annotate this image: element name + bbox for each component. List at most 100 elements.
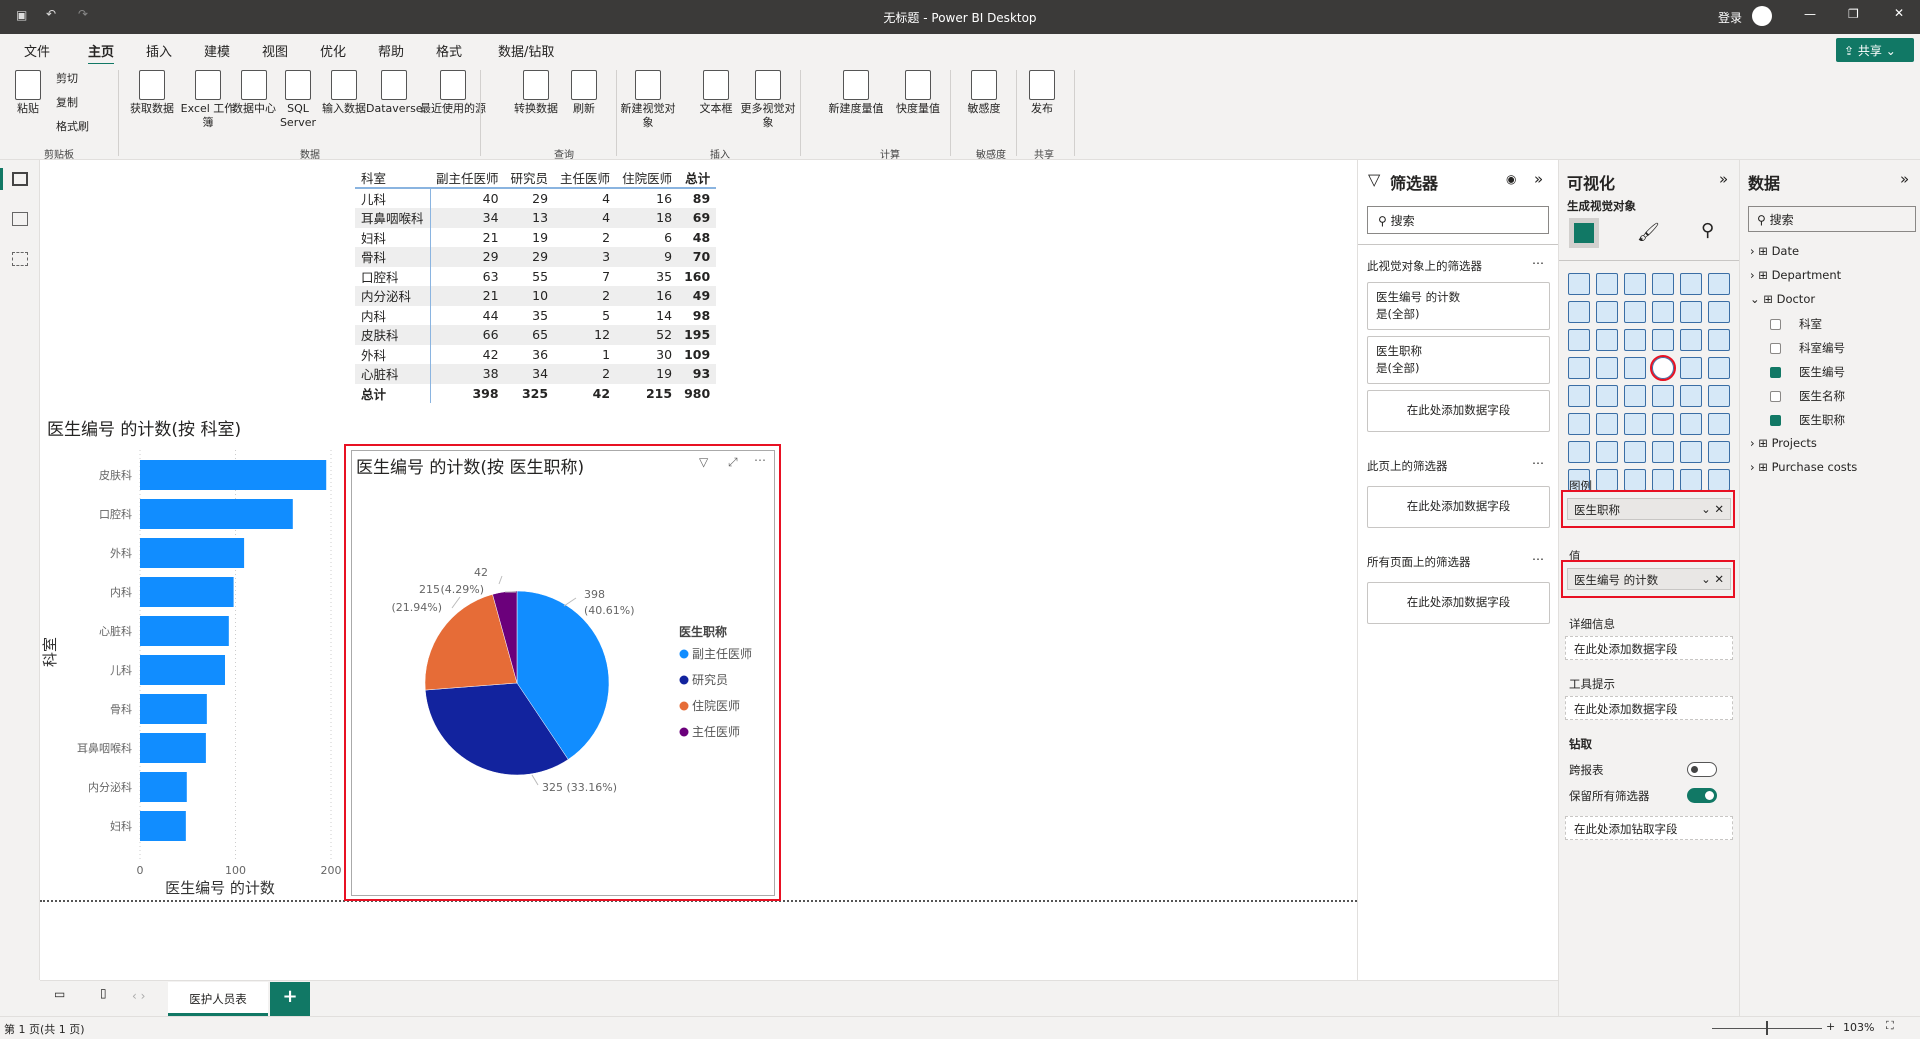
visual-type-icon[interactable] xyxy=(1680,357,1702,379)
more-icon[interactable]: ⋯ xyxy=(1532,456,1544,470)
visual-type-icon[interactable] xyxy=(1624,469,1646,491)
ribbon-button[interactable]: 文本框 xyxy=(688,70,744,116)
share-button[interactable]: ⇪ 共享 ⌄ xyxy=(1836,38,1914,62)
visual-type-icon[interactable] xyxy=(1708,273,1730,295)
visual-type-icon[interactable] xyxy=(1652,441,1674,463)
page-tab[interactable]: 医护人员表 xyxy=(168,982,268,1016)
visual-type-icon[interactable] xyxy=(1568,329,1590,351)
field-item[interactable]: 科室 xyxy=(1770,316,1822,332)
chevron-down-icon[interactable]: ⌄ xyxy=(1750,292,1760,306)
bar-chart[interactable]: 0 100 200 皮肤科口腔科外科内科心脏科儿科骨科耳鼻咽喉科内分泌科妇科医生编号 … xyxy=(40,440,345,900)
chevron-right-icon[interactable]: › xyxy=(1750,460,1755,474)
table-node[interactable]: › ⊞ Department xyxy=(1750,268,1841,282)
zoom-thumb[interactable] xyxy=(1766,1021,1768,1035)
menu-tab[interactable]: 数据/钻取 xyxy=(498,41,554,60)
visual-type-icon[interactable] xyxy=(1568,357,1590,379)
column-header[interactable]: 副主任医师 xyxy=(430,168,505,189)
visual-type-icon[interactable] xyxy=(1708,385,1730,407)
drillthrough-well[interactable]: 在此处添加钻取字段 xyxy=(1565,816,1733,840)
table-node[interactable]: › ⊞ Purchase costs xyxy=(1750,460,1857,474)
ribbon-button[interactable]: 新建视觉对象 xyxy=(620,70,676,130)
build-visual-tab[interactable] xyxy=(1569,218,1599,248)
bar[interactable] xyxy=(140,772,187,802)
cross-report-toggle[interactable] xyxy=(1687,762,1717,777)
visual-type-icon[interactable] xyxy=(1708,329,1730,351)
fit-page-icon[interactable]: ⛶ xyxy=(1886,1019,1894,1033)
legend-item[interactable]: 研究员 xyxy=(692,672,728,687)
ribbon-button[interactable]: 粘贴 xyxy=(4,70,52,116)
values-field[interactable]: 医生编号 的计数 ⌄ ✕ xyxy=(1567,568,1731,590)
visual-type-icon[interactable] xyxy=(1708,441,1730,463)
bar[interactable] xyxy=(140,694,207,724)
bar[interactable] xyxy=(140,499,293,529)
visual-type-icon[interactable] xyxy=(1596,301,1618,323)
visual-type-icon[interactable] xyxy=(1624,441,1646,463)
visual-type-icon[interactable] xyxy=(1708,301,1730,323)
add-filter-field[interactable]: 在此处添加数据字段 xyxy=(1367,486,1550,528)
filter-search-input[interactable]: ⚲ 搜索 xyxy=(1367,206,1549,234)
visual-type-icon[interactable] xyxy=(1596,357,1618,379)
visual-type-icon[interactable] xyxy=(1652,385,1674,407)
menu-tab[interactable]: 文件 xyxy=(24,41,50,60)
avatar[interactable] xyxy=(1752,6,1772,26)
filter-card[interactable]: 医生职称 是(全部) xyxy=(1367,336,1550,384)
field-checkbox[interactable] xyxy=(1770,391,1781,402)
matrix-visual[interactable]: 科室 副主任医师 研究员 主任医师 住院医师 总计 儿科 40 29 4 16 89 耳鼻咽喉科 34 13… xyxy=(355,168,717,403)
more-options-icon[interactable]: ⋯ xyxy=(754,453,766,467)
visual-type-icon[interactable] xyxy=(1708,357,1730,379)
field-checkbox[interactable] xyxy=(1770,367,1781,378)
keep-filters-toggle[interactable] xyxy=(1687,788,1717,803)
visual-type-icon[interactable] xyxy=(1708,469,1730,491)
add-page-button[interactable]: + xyxy=(270,982,310,1016)
column-header[interactable]: 主任医师 xyxy=(554,168,617,189)
field-item[interactable]: 科室编号 xyxy=(1770,340,1845,356)
field-checkbox[interactable] xyxy=(1770,319,1781,330)
restore-button[interactable]: ❐ xyxy=(1848,7,1859,21)
desktop-layout-icon[interactable]: ▭ xyxy=(54,987,65,1001)
tooltips-well[interactable]: 在此处添加数据字段 xyxy=(1565,696,1733,720)
pie-chart-type-icon[interactable] xyxy=(1650,355,1676,381)
visual-type-icon[interactable] xyxy=(1568,413,1590,435)
visual-type-icon[interactable] xyxy=(1624,357,1646,379)
visual-type-icon[interactable] xyxy=(1596,273,1618,295)
ribbon-button[interactable]: 更多视觉对象 xyxy=(740,70,796,130)
collapse-icon[interactable]: » xyxy=(1534,170,1543,188)
column-header[interactable]: 研究员 xyxy=(504,168,555,189)
visual-type-icon[interactable] xyxy=(1568,273,1590,295)
eye-icon[interactable]: ◉ xyxy=(1506,172,1516,186)
legend-item[interactable]: 住院医师 xyxy=(692,699,740,713)
visual-type-icon[interactable] xyxy=(1652,413,1674,435)
menu-tab[interactable]: 插入 xyxy=(146,41,172,60)
close-button[interactable]: ✕ xyxy=(1894,6,1904,20)
menu-tab[interactable]: 主页 xyxy=(88,41,115,66)
visual-type-icon[interactable] xyxy=(1596,329,1618,351)
pie-chart[interactable]: 398 (40.61%) 325 (33.16%) 215 (21.94%) 42 (4.2… xyxy=(352,480,774,880)
ribbon-button[interactable]: 快度量值 xyxy=(890,70,946,116)
menu-tab[interactable]: 优化 xyxy=(320,41,346,60)
visual-type-icon[interactable] xyxy=(1568,301,1590,323)
bar[interactable] xyxy=(140,733,206,763)
visual-type-icon[interactable] xyxy=(1596,441,1618,463)
ribbon-button[interactable]: 输入数据 xyxy=(316,70,372,116)
filter-card[interactable]: 医生编号 的计数 是(全部) xyxy=(1367,282,1550,330)
ribbon-button[interactable]: Dataverse xyxy=(366,70,423,116)
visual-type-icon[interactable] xyxy=(1680,329,1702,351)
chevron-right-icon[interactable]: › xyxy=(1750,244,1755,258)
analytics-icon[interactable]: ⚲ xyxy=(1701,220,1714,241)
mobile-layout-icon[interactable]: ▯ xyxy=(100,986,107,1000)
ribbon-button[interactable]: 获取数据 xyxy=(124,70,180,116)
chevron-right-icon[interactable]: › xyxy=(1750,436,1755,450)
format-visual-icon[interactable]: 🖌 xyxy=(1637,222,1660,243)
visual-type-icon[interactable] xyxy=(1624,329,1646,351)
focus-mode-icon[interactable]: ⤢ xyxy=(728,455,738,470)
legend-item[interactable]: 副主任医师 xyxy=(692,647,752,661)
bar[interactable] xyxy=(140,577,234,607)
ribbon-button[interactable]: 发布 xyxy=(1014,70,1070,116)
visual-type-icon[interactable] xyxy=(1568,441,1590,463)
table-view-icon[interactable] xyxy=(12,212,28,226)
prev-page-icon[interactable]: ‹ › xyxy=(132,989,145,1003)
collapse-icon[interactable]: » xyxy=(1719,170,1728,188)
visual-type-icon[interactable] xyxy=(1680,301,1702,323)
visual-type-icon[interactable] xyxy=(1624,301,1646,323)
data-search-input[interactable]: ⚲ 搜索 xyxy=(1748,206,1916,232)
